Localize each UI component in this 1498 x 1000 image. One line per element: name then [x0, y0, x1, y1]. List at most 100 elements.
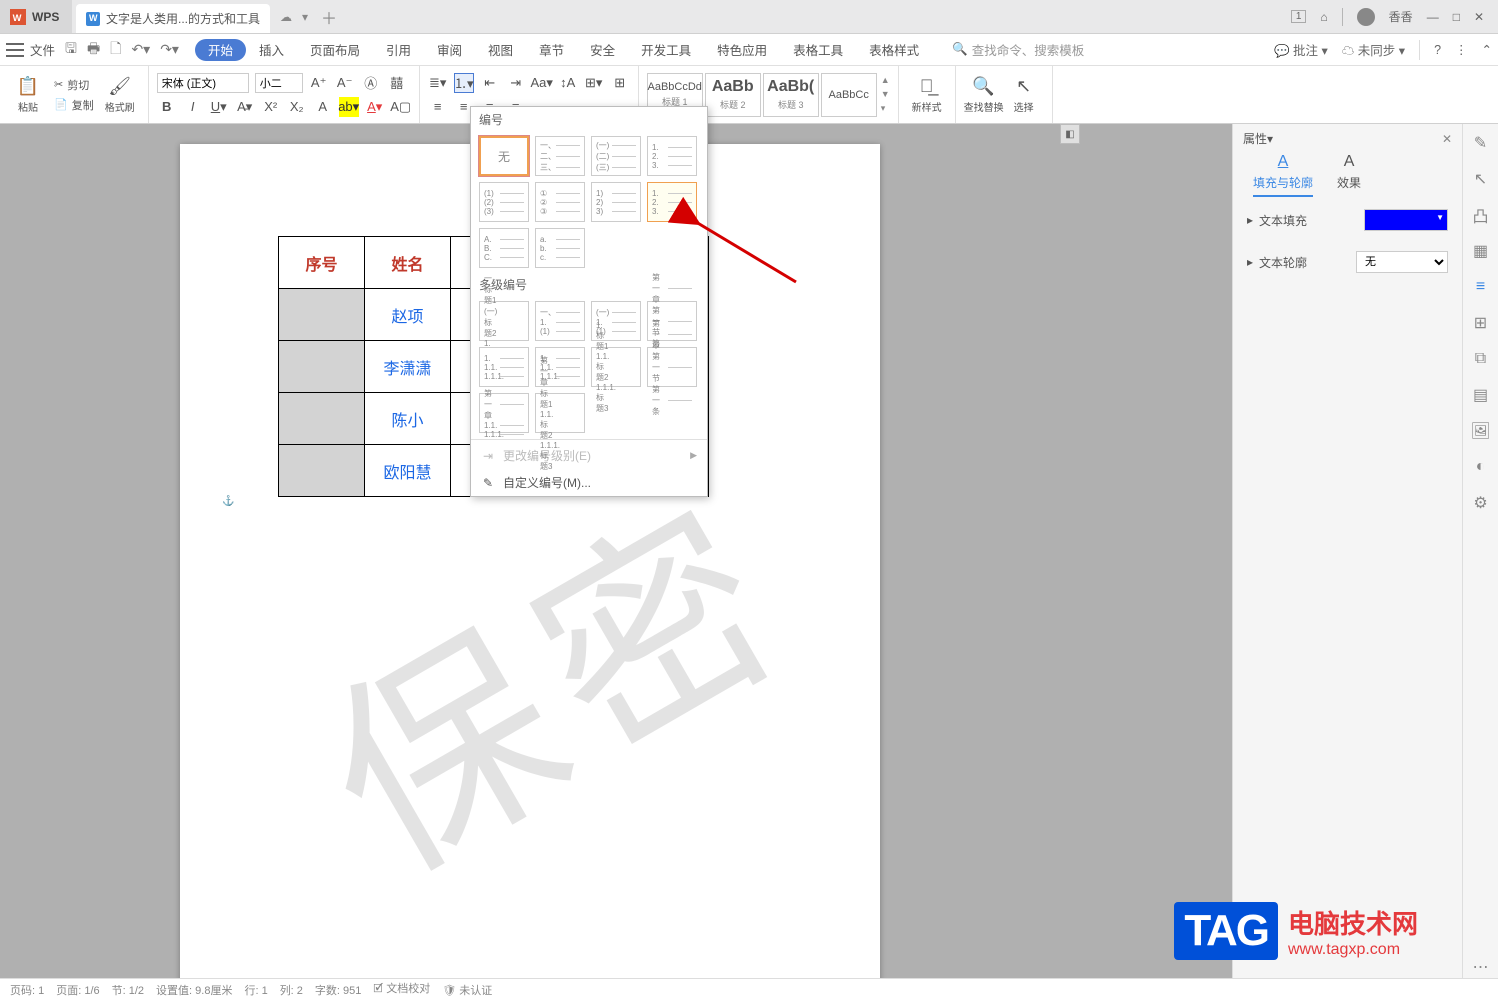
user-avatar[interactable] — [1357, 8, 1375, 26]
underline-button[interactable]: U▾ — [209, 97, 229, 117]
copy-button[interactable]: 📄复制 — [54, 97, 94, 113]
sidebar-toolbox-icon[interactable]: ✎ — [1470, 132, 1492, 154]
style-item-2[interactable]: AaBb标题 2 — [705, 73, 761, 117]
bold-button[interactable]: B — [157, 97, 177, 117]
tab-dev[interactable]: 开发工具 — [628, 36, 704, 64]
tab-security[interactable]: 安全 — [577, 36, 628, 64]
style-item-4[interactable]: AaBbCc — [821, 73, 877, 117]
tab-view[interactable]: 视图 — [475, 36, 526, 64]
cell-seq[interactable] — [279, 341, 365, 393]
tab-fill-outline[interactable]: A 填充与轮廓 — [1253, 153, 1313, 197]
redo-icon[interactable]: ↷▾ — [160, 41, 179, 58]
style-scroll-down-icon[interactable]: ▼ — [881, 89, 890, 99]
sidebar-select-icon[interactable]: ↖ — [1470, 168, 1492, 190]
document-tab[interactable]: 文字是人类用...的方式和工具 — [76, 4, 270, 33]
expand-icon[interactable]: ▸ — [1247, 213, 1253, 227]
text-dir-button[interactable]: ↕A — [558, 73, 578, 93]
multi-item[interactable]: 第一章 标题11.1. 标题21.1.1. 标题3 — [535, 393, 585, 433]
cell-seq[interactable] — [279, 445, 365, 497]
sync-button[interactable]: ☁ 未同步 ▾ — [1342, 40, 1405, 59]
multi-item[interactable]: 1.1.1.1.1.1. — [479, 347, 529, 387]
font-color-button[interactable]: A▾ — [365, 97, 385, 117]
numbering-button[interactable]: ⒈▾ — [454, 73, 474, 93]
app-button[interactable]: W WPS — [0, 0, 72, 33]
tab-effect[interactable]: A 效果 — [1337, 153, 1361, 197]
status-page[interactable]: 页码: 1 — [10, 982, 44, 998]
char-border-button[interactable]: A▢ — [391, 97, 411, 117]
tab-start[interactable]: 开始 — [195, 39, 246, 61]
subscript-button[interactable]: X₂ — [287, 97, 307, 117]
multi-item[interactable]: 1. 标题11.1. 标题21.1.1. 标题3 — [591, 347, 641, 387]
text-outline-select[interactable]: 无 — [1356, 251, 1448, 273]
file-menu[interactable]: 文件 — [30, 40, 55, 59]
sidebar-more-icon[interactable]: ⋯ — [1470, 956, 1492, 978]
status-proof[interactable]: 🗹 文档校对 — [373, 980, 430, 999]
numbering-item[interactable]: ①②③ — [535, 182, 585, 222]
save-icon[interactable]: 🖫 — [65, 38, 77, 62]
strike-button[interactable]: A̵▾ — [235, 97, 255, 117]
paste-button[interactable]: 📋 粘贴 — [8, 76, 48, 114]
tab-reference[interactable]: 引用 — [373, 36, 424, 64]
home-icon[interactable]: ⌂ — [1320, 10, 1327, 24]
tab-review[interactable]: 审阅 — [424, 36, 475, 64]
sidebar-outline-icon[interactable]: ▤ — [1470, 384, 1492, 406]
cell-name[interactable]: 李潇潇 — [365, 341, 451, 393]
numbering-item-hover[interactable]: 1.2.3. — [647, 182, 697, 222]
numbering-item[interactable]: a.b.c. — [535, 228, 585, 268]
sidebar-image-icon[interactable]: 🖼 — [1470, 420, 1492, 442]
toggle-panel-button[interactable]: ◧ — [1060, 124, 1080, 144]
numbering-item[interactable]: 一、二、三、 — [535, 136, 585, 176]
sidebar-settings-icon[interactable]: ⚙ — [1470, 492, 1492, 514]
menu-icon[interactable] — [6, 43, 24, 57]
sidebar-layout-icon[interactable]: ▦ — [1470, 240, 1492, 262]
italic-button[interactable]: I — [183, 97, 203, 117]
multi-item[interactable]: 第一章第一节第一条 — [647, 347, 697, 387]
find-replace-button[interactable]: 🔍查找替换 — [964, 76, 1004, 114]
sidebar-link-icon[interactable]: ⧉ — [1470, 348, 1492, 370]
style-dropdown-icon[interactable]: ▾ — [881, 103, 890, 114]
table-button[interactable]: ⊞ — [610, 73, 630, 93]
bullets-button[interactable]: ≣▾ — [428, 73, 448, 93]
close-button[interactable]: ✕ — [1474, 10, 1484, 24]
expand-icon[interactable]: ▸ — [1247, 255, 1253, 269]
panel-close-icon[interactable]: ✕ — [1442, 132, 1452, 146]
grow-font-icon[interactable]: A⁺ — [309, 73, 329, 93]
tab-table-style[interactable]: 表格样式 — [856, 36, 932, 64]
tab-layout[interactable]: 页面布局 — [297, 36, 373, 64]
highlight-button[interactable]: ab▾ — [339, 97, 359, 117]
status-auth[interactable]: 🛡 未认证 — [442, 982, 492, 998]
cut-button[interactable]: ✂剪切 — [54, 77, 94, 93]
tab-more-icon[interactable]: ▾ — [302, 10, 308, 24]
status-col[interactable]: 列: 2 — [280, 982, 303, 998]
numbering-item[interactable]: A.B.C. — [479, 228, 529, 268]
tab-special[interactable]: 特色应用 — [704, 36, 780, 64]
tab-cloud-icon[interactable]: ☁ — [280, 10, 292, 24]
numbering-item[interactable]: 1.2.3. — [647, 136, 697, 176]
align-left-button[interactable]: ≡ — [428, 97, 448, 117]
cell-name[interactable]: 赵项 — [365, 289, 451, 341]
new-tab-button[interactable]: ＋ — [314, 0, 344, 33]
comment-button[interactable]: 💬 批注 ▾ — [1274, 40, 1328, 59]
hdr-name[interactable]: 姓名 — [365, 237, 451, 289]
sidebar-nav-icon[interactable]: ⊞ — [1470, 312, 1492, 334]
tab-chapter[interactable]: 章节 — [526, 36, 577, 64]
more-icon[interactable]: ⋮ — [1455, 42, 1468, 57]
badge-icon[interactable]: 1 — [1291, 10, 1307, 23]
shrink-font-icon[interactable]: A⁻ — [335, 73, 355, 93]
cell-name[interactable]: 陈小 — [365, 393, 451, 445]
tab-table-tools[interactable]: 表格工具 — [780, 36, 856, 64]
indent-inc-button[interactable]: ⇥ — [506, 73, 526, 93]
font-name-input[interactable] — [157, 73, 249, 93]
maximize-button[interactable]: □ — [1453, 10, 1460, 24]
search-box[interactable]: 🔍 查找命令、搜索模板 — [952, 40, 1084, 59]
combine-button[interactable]: ⊞▾ — [584, 73, 604, 93]
format-painter-button[interactable]: 🖌 格式刷 — [100, 76, 140, 114]
sidebar-styles-icon[interactable]: 凸 — [1470, 204, 1492, 226]
char-spacing-icon[interactable]: 囍 — [387, 73, 407, 93]
superscript-button[interactable]: X² — [261, 97, 281, 117]
print-preview-icon[interactable]: 🗋 — [110, 38, 121, 62]
cell-seq[interactable] — [279, 289, 365, 341]
custom-numbering-menuitem[interactable]: ✎ 自定义编号(M)... — [471, 469, 707, 496]
minimize-button[interactable]: — — [1427, 10, 1439, 24]
numbering-item[interactable]: (一)(二)(三) — [591, 136, 641, 176]
